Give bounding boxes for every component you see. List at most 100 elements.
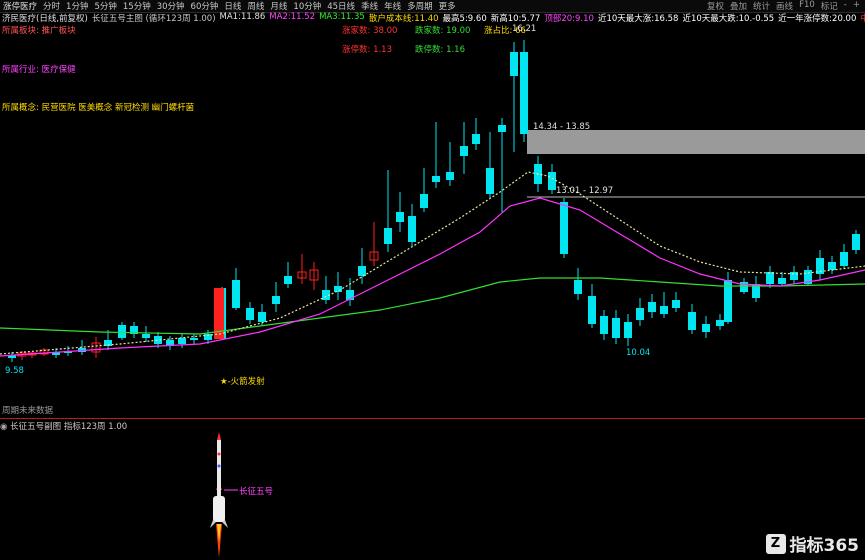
sector-label: 所属板块: 推广板块 [2,26,76,36]
period-tab-14[interactable]: 多周期 [404,0,436,12]
candle-body-19 [246,308,254,320]
candle-body-28 [358,266,366,276]
candle-body-15 [190,338,198,340]
tool-button-2[interactable]: 统计 [750,0,773,12]
indicator-value-5: 散户成本线:11.40 [368,14,439,22]
indicator-value-0: 济民医疗(日线,前复权) [2,14,88,22]
low-price-label: 10.04 [626,348,651,358]
period-tab-8[interactable]: 周线 [244,0,267,12]
indicator-value-4: MA3:11.35 [319,12,365,22]
period-tab-12[interactable]: 季线 [358,0,381,12]
brand-watermark: Z 指标365 [765,531,860,556]
up-limit-label: 涨停数: 1.13 [342,45,392,55]
candle-body-20 [258,312,266,322]
tool-button-5[interactable]: 标记 [818,0,841,12]
industry-label: 所属行业: 医疗保健 [2,65,76,75]
sub-indicator-chart[interactable] [0,430,865,560]
tool-button-4[interactable]: F10 [796,0,818,12]
lower-zone-label: 13.01 - 12.97 [556,186,614,196]
period-tab-9[interactable]: 月线 [267,0,290,12]
indicator-value-9: 近10天最大涨:16.58 [597,14,679,22]
candle-body-37 [472,134,480,144]
brand-name: 指标365 [789,536,860,556]
main-candlestick-chart[interactable] [0,22,865,418]
up-count-label: 涨家数: 38.00 [342,26,398,36]
period-tab-5[interactable]: 30分钟 [154,0,188,12]
candle-body-67 [852,234,860,250]
candle-body-50 [636,308,644,320]
candle-body-48 [612,318,620,338]
candle-body-26 [334,286,342,292]
candle-body-21 [272,296,280,304]
indicator-value-2: MA1:11.86 [219,12,266,22]
indicator-value-3: MA2:11.52 [269,12,316,22]
period-tab-7[interactable]: 日线 [221,0,244,12]
candle-body-54 [688,312,696,330]
ma-green-line [0,277,865,335]
brand-logo-icon: Z [765,533,786,554]
candle-body-55 [702,324,710,332]
tool-button-1[interactable]: 叠加 [727,0,750,12]
period-tab-11[interactable]: 45日线 [324,0,358,12]
peak-price-label: 16.21 [512,24,537,34]
indicator-value-10: 近10天最大跌:10.-0.55 [682,14,775,22]
concept-label: 所属概念: 民营医院 医美概念 新冠检测 幽门螺杆菌 [2,103,195,113]
candle-body-62 [790,272,798,280]
candle-body-39 [498,125,506,132]
candle-body-35 [446,172,454,180]
candle-body-22 [284,276,292,284]
period-tab-6[interactable]: 60分钟 [188,0,222,12]
rocket-signal-label: ★-火箭发射 [220,377,265,387]
tool-button-0[interactable]: 复权 [704,0,727,12]
candle-body-32 [408,216,416,242]
rocket-label: 长征五号 [239,487,274,497]
tool-button-6[interactable]: - [841,0,850,12]
indicator-value-11: 近一年涨停数:20.00 [778,14,857,22]
candle-body-18 [232,280,240,308]
period-tab-10[interactable]: 10分钟 [290,0,324,12]
period-tab-13[interactable]: 年线 [381,0,404,12]
indicator-info-bar: 济民医疗(日线,前复权) 长征五号主图 (循环123周 1.00) MA1:11.8… [0,12,865,22]
rocket-icon [210,432,228,558]
indicator-value-7: 新高10:5.77 [490,14,541,22]
tool-button-7[interactable]: + [850,0,863,12]
down-limit-label: 跌停数: 1.16 [415,45,465,55]
period-tab-3[interactable]: 5分钟 [91,0,119,12]
candle-body-53 [672,300,680,308]
candle-body-65 [828,262,836,270]
indicator-value-12: 中期压力:-6.27 [860,14,865,22]
candle-body-34 [432,176,440,182]
candle-body-44 [560,202,568,254]
tool-button-3[interactable]: 画线 [773,0,796,12]
candle-body-56 [716,320,724,326]
period-tab-15[interactable]: 更多 [436,0,459,12]
panel-divider [0,418,865,419]
left-low-label: 9.58 [5,366,24,376]
period-tab-4[interactable]: 15分钟 [120,0,154,12]
upper-zone-label: 14.34 - 13.85 [533,122,591,132]
sub-panel-header: ◉ 长征五号副图 指标123周 1.00 [0,422,128,432]
candle-body-14 [178,338,186,344]
candle-body-33 [420,194,428,208]
candle-body-38 [486,168,494,194]
period-tab-0[interactable]: 涨停医疗 [0,0,40,12]
candle-body-49 [624,322,632,338]
resistance-zone [527,130,865,154]
candle-body-46 [588,296,596,324]
candle-body-61 [778,278,786,284]
candle-body-9 [118,325,126,338]
period-tab-1[interactable]: 分时 [40,0,63,12]
indicator-value-1: 长征五号主图 (循环123周 1.00) [91,14,216,22]
candle-body-11 [142,334,150,338]
indicator-value-8: 顶部20:9.10 [544,14,594,22]
candle-body-47 [600,316,608,334]
candle-body-41 [520,52,528,134]
period-tab-2[interactable]: 1分钟 [63,0,91,12]
candle-body-40 [510,52,518,76]
candle-body-31 [396,212,404,222]
future-data-note: 周期未来数据 [2,406,54,416]
candle-body-30 [384,228,392,244]
candle-body-43 [548,172,556,190]
ma-yellow-line [0,171,865,355]
candle-body-45 [574,280,582,294]
